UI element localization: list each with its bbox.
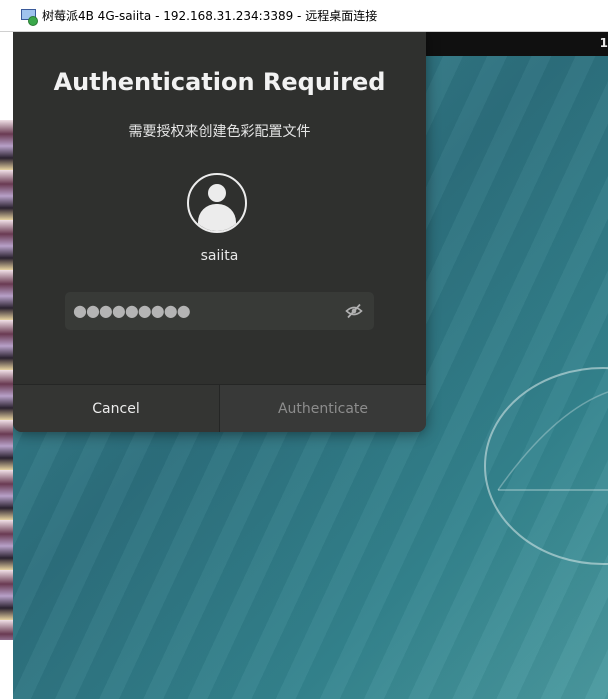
remote-desktop-icon	[21, 8, 38, 26]
remote-desktop: 1 Authentication Required 需要授权来创建色彩配置文件 …	[13, 32, 608, 699]
dialog-subtitle: 需要授权来创建色彩配置文件	[128, 124, 311, 140]
eye-slash-icon[interactable]	[345, 303, 363, 319]
dialog-title: Authentication Required	[53, 68, 386, 96]
authenticate-button[interactable]: Authenticate	[220, 385, 426, 432]
window-title: 树莓派4B 4G-saiita - 192.168.31.234:3389 - …	[42, 9, 378, 23]
user-avatar-icon	[187, 173, 247, 233]
username-label: saiita	[200, 248, 239, 264]
window-titlebar: 树莓派4B 4G-saiita - 192.168.31.234:3389 - …	[0, 0, 608, 32]
dialog-button-bar: Cancel Authenticate	[13, 384, 426, 432]
password-masked-value: ●●●●●●●●●	[73, 301, 191, 320]
cancel-button[interactable]: Cancel	[13, 385, 220, 432]
host-desktop-strip	[0, 120, 13, 640]
password-field[interactable]: ●●●●●●●●●	[65, 292, 374, 330]
authentication-dialog: Authentication Required 需要授权来创建色彩配置文件 sa…	[13, 32, 426, 432]
